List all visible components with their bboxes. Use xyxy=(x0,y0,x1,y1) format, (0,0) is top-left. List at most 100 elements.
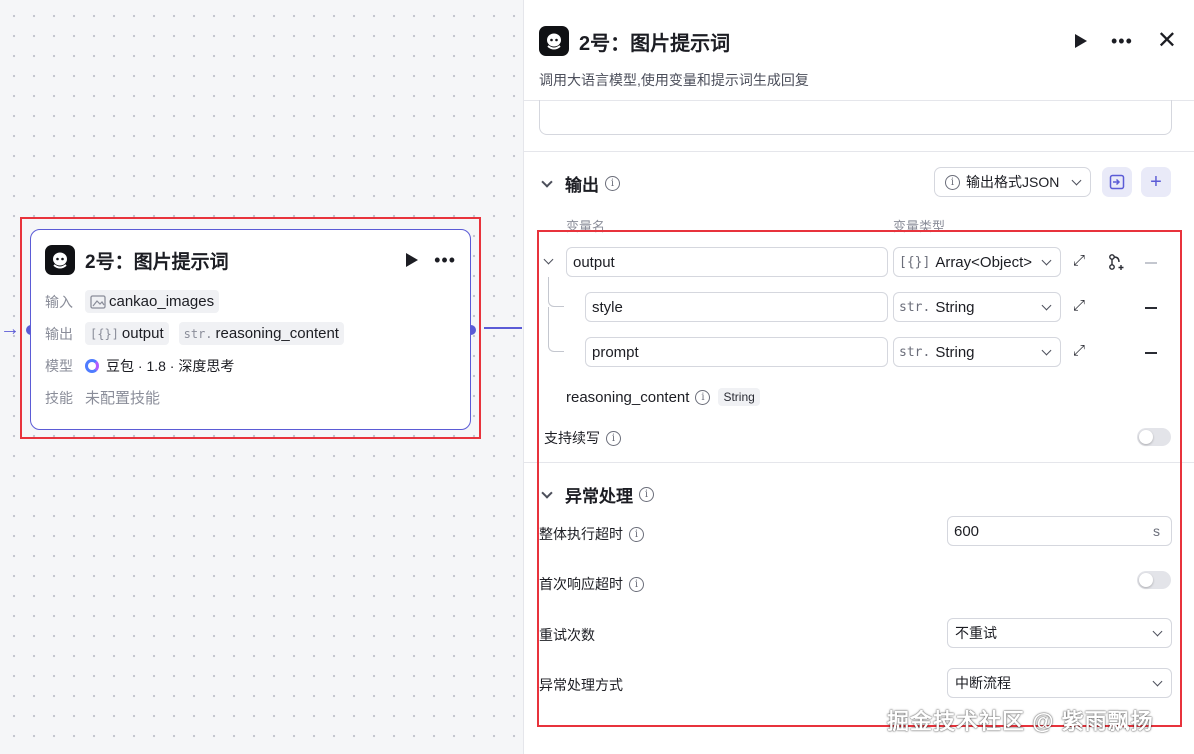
watermark: 掘金技术社区 @ 紫雨飘扬 xyxy=(887,709,1154,734)
string-type-icon: str. xyxy=(183,326,213,341)
output-format-label: 输出格式JSON xyxy=(966,174,1060,190)
first-response-label: 首次响应超时 xyxy=(539,576,623,592)
panel-description: 调用大语言模型,使用变量和提示词生成回复 xyxy=(539,72,809,88)
expand-icon[interactable]: ⤢ xyxy=(1073,253,1085,268)
node-skill-value: 未配置技能 xyxy=(85,390,161,407)
node-model-value: 豆包 · 1.8 · 深度思考 xyxy=(106,357,235,374)
chevron-down-icon xyxy=(1152,626,1163,637)
tree-line xyxy=(548,277,564,307)
image-icon xyxy=(90,294,106,309)
string-type-icon: str. xyxy=(899,299,931,315)
output-var-name: reasoning_content xyxy=(215,325,339,342)
node-title: 2号：图片提示词 xyxy=(85,251,229,273)
outgoing-edge xyxy=(484,327,522,329)
field-type-select[interactable]: str. String xyxy=(893,337,1061,367)
first-response-toggle[interactable] xyxy=(1137,571,1171,589)
input-var-tag: cankao_images xyxy=(85,290,220,313)
output-var-name: output xyxy=(121,325,164,342)
expand-icon[interactable]: ⤢ xyxy=(1073,298,1085,313)
add-child-field-icon[interactable] xyxy=(1108,253,1126,274)
output-var-tag: [{}] output xyxy=(85,322,169,345)
llm-node-card[interactable]: 2号：图片提示词 ••• 输入 cankao_images 输出 [{}] out… xyxy=(30,229,471,430)
doubao-model-icon xyxy=(85,358,99,373)
array-type-icon: [{}] xyxy=(899,254,931,270)
node-config-panel: 2号：图片提示词 ••• ✕ 调用大语言模型,使用变量和提示词生成回复 输出 i… xyxy=(523,0,1194,754)
info-icon[interactable]: i xyxy=(639,487,654,502)
field-type-value: String xyxy=(935,343,975,361)
reasoning-name: reasoning_content xyxy=(566,388,690,406)
incoming-edge-arrow: → xyxy=(0,318,20,340)
close-icon[interactable]: ✕ xyxy=(1157,29,1177,53)
field-name-input[interactable] xyxy=(566,247,888,277)
field-type-select[interactable]: str. String xyxy=(893,292,1061,322)
string-type-icon: str. xyxy=(899,344,931,360)
more-options-icon[interactable]: ••• xyxy=(1111,32,1133,50)
chevron-down-icon xyxy=(1071,175,1082,186)
chevron-down-icon xyxy=(1041,300,1052,311)
column-variable-type: 变量类型 xyxy=(893,219,946,234)
retry-select[interactable]: 不重试 xyxy=(947,618,1172,648)
robot-avatar-icon xyxy=(45,245,75,275)
field-type-value: Array<Object> xyxy=(935,253,1033,271)
info-icon[interactable]: i xyxy=(695,389,711,405)
retry-label: 重试次数 xyxy=(539,627,595,643)
chevron-down-icon[interactable] xyxy=(541,486,553,499)
section-divider xyxy=(524,462,1194,463)
run-node-icon[interactable] xyxy=(1074,34,1087,48)
chevron-down-icon[interactable] xyxy=(541,175,553,188)
error-section-header[interactable]: 异常处理 i xyxy=(539,482,654,507)
handling-value: 中断流程 xyxy=(955,675,1011,691)
node-skill-label: 技能 xyxy=(45,389,73,406)
handling-select[interactable]: 中断流程 xyxy=(947,668,1172,698)
field-name-input[interactable] xyxy=(585,337,888,367)
import-button[interactable] xyxy=(1102,167,1132,197)
field-name-input[interactable] xyxy=(585,292,888,322)
chevron-down-icon xyxy=(1041,345,1052,356)
import-icon xyxy=(1109,174,1125,190)
array-type-icon: [{}] xyxy=(90,326,119,341)
info-icon[interactable]: i xyxy=(605,176,620,191)
first-response-row: 首次响应超时 i xyxy=(539,574,644,594)
remove-field-icon[interactable] xyxy=(1145,352,1157,354)
remove-field-icon[interactable] xyxy=(1145,307,1157,309)
info-icon[interactable]: i xyxy=(606,430,621,446)
add-output-button[interactable]: + xyxy=(1141,167,1171,197)
reasoning-output-row: reasoning_content i String xyxy=(566,388,760,406)
more-options-icon[interactable]: ••• xyxy=(434,251,456,269)
continue-row: 支持续写 i xyxy=(544,428,621,448)
node-model-label: 模型 xyxy=(45,357,73,374)
info-icon: i xyxy=(945,174,960,190)
run-node-icon[interactable] xyxy=(406,253,419,267)
robot-avatar-icon xyxy=(539,26,569,56)
panel-title[interactable]: 2号：图片提示词 xyxy=(579,27,1075,56)
timeout-label: 整体执行超时 xyxy=(539,526,623,542)
output-section-title: 输出 xyxy=(565,176,599,195)
field-type-select[interactable]: [{}] Array<Object> xyxy=(893,247,1061,277)
retry-value: 不重试 xyxy=(955,625,997,641)
expand-icon[interactable]: ⤢ xyxy=(1073,343,1085,358)
field-type-value: String xyxy=(935,298,975,316)
error-section-title: 异常处理 xyxy=(565,487,633,506)
node-output-label: 输出 xyxy=(45,325,73,342)
node-input-label: 输入 xyxy=(45,293,73,310)
timeout-row: 整体执行超时 i xyxy=(539,524,644,544)
plus-icon: + xyxy=(1150,170,1162,193)
input-var-name: cankao_images xyxy=(109,293,215,310)
output-section-header[interactable]: 输出 i xyxy=(539,171,620,196)
info-icon[interactable]: i xyxy=(629,576,644,592)
continue-label: 支持续写 xyxy=(544,430,600,446)
column-variable-name: 变量名 xyxy=(566,219,606,234)
continue-toggle[interactable] xyxy=(1137,428,1171,446)
chevron-down-icon[interactable] xyxy=(543,254,554,265)
info-icon[interactable]: i xyxy=(629,526,644,542)
chevron-down-icon xyxy=(1041,255,1052,266)
prompt-textarea[interactable] xyxy=(539,100,1172,135)
tree-line xyxy=(548,307,564,352)
section-divider xyxy=(524,151,1194,152)
remove-field-icon xyxy=(1145,262,1157,264)
reasoning-type-badge: String xyxy=(718,388,760,406)
handling-label: 异常处理方式 xyxy=(539,677,623,693)
chevron-down-icon xyxy=(1152,676,1163,687)
timeout-input[interactable] xyxy=(947,516,1172,546)
output-format-select[interactable]: i 输出格式JSON xyxy=(934,167,1091,197)
